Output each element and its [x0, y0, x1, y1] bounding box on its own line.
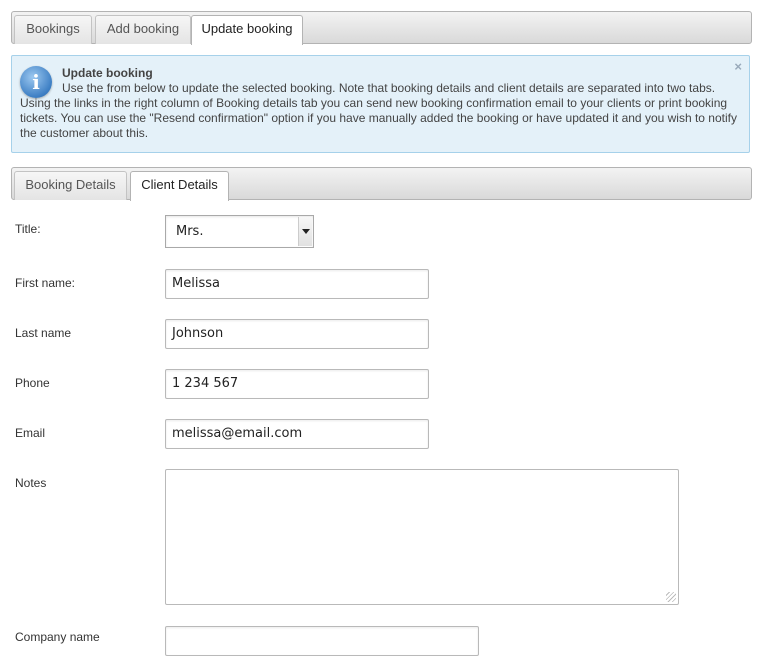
info-title: Update booking: [62, 66, 153, 80]
tab-update-booking[interactable]: Update booking: [191, 15, 303, 45]
title-select[interactable]: Mrs.: [165, 215, 314, 248]
first-name-input[interactable]: Melissa: [165, 269, 429, 299]
resize-grip-icon[interactable]: [666, 592, 676, 602]
tab-booking-details[interactable]: Booking Details: [14, 171, 127, 200]
info-message-box: i Update booking Use the from below to u…: [11, 55, 750, 153]
phone-input[interactable]: 1 234 567: [165, 369, 429, 399]
details-tab-bar: Booking Details Client Details: [11, 167, 752, 201]
email-input[interactable]: melissa@email.com: [165, 419, 429, 449]
chevron-down-icon[interactable]: [298, 217, 312, 246]
last-name-input[interactable]: Johnson: [165, 319, 429, 349]
phone-label: Phone: [15, 376, 50, 390]
close-icon[interactable]: ×: [734, 59, 742, 74]
main-tab-bar: Bookings Add booking Update booking: [11, 11, 752, 45]
last-name-label: Last name: [15, 326, 72, 340]
first-name-label: First name:: [15, 276, 76, 290]
tab-add-booking[interactable]: Add booking: [95, 15, 191, 44]
title-select-value: Mrs.: [176, 224, 204, 239]
title-label: Title:: [15, 222, 41, 236]
company-name-input[interactable]: [165, 626, 479, 656]
company-name-label: Company name: [15, 630, 100, 644]
tab-bookings[interactable]: Bookings: [14, 15, 92, 44]
notes-textarea[interactable]: [165, 469, 679, 605]
tab-client-details[interactable]: Client Details: [130, 171, 229, 201]
email-label: Email: [15, 426, 46, 440]
info-text: Use the from below to update the selecte…: [20, 81, 737, 140]
notes-label: Notes: [15, 476, 47, 490]
